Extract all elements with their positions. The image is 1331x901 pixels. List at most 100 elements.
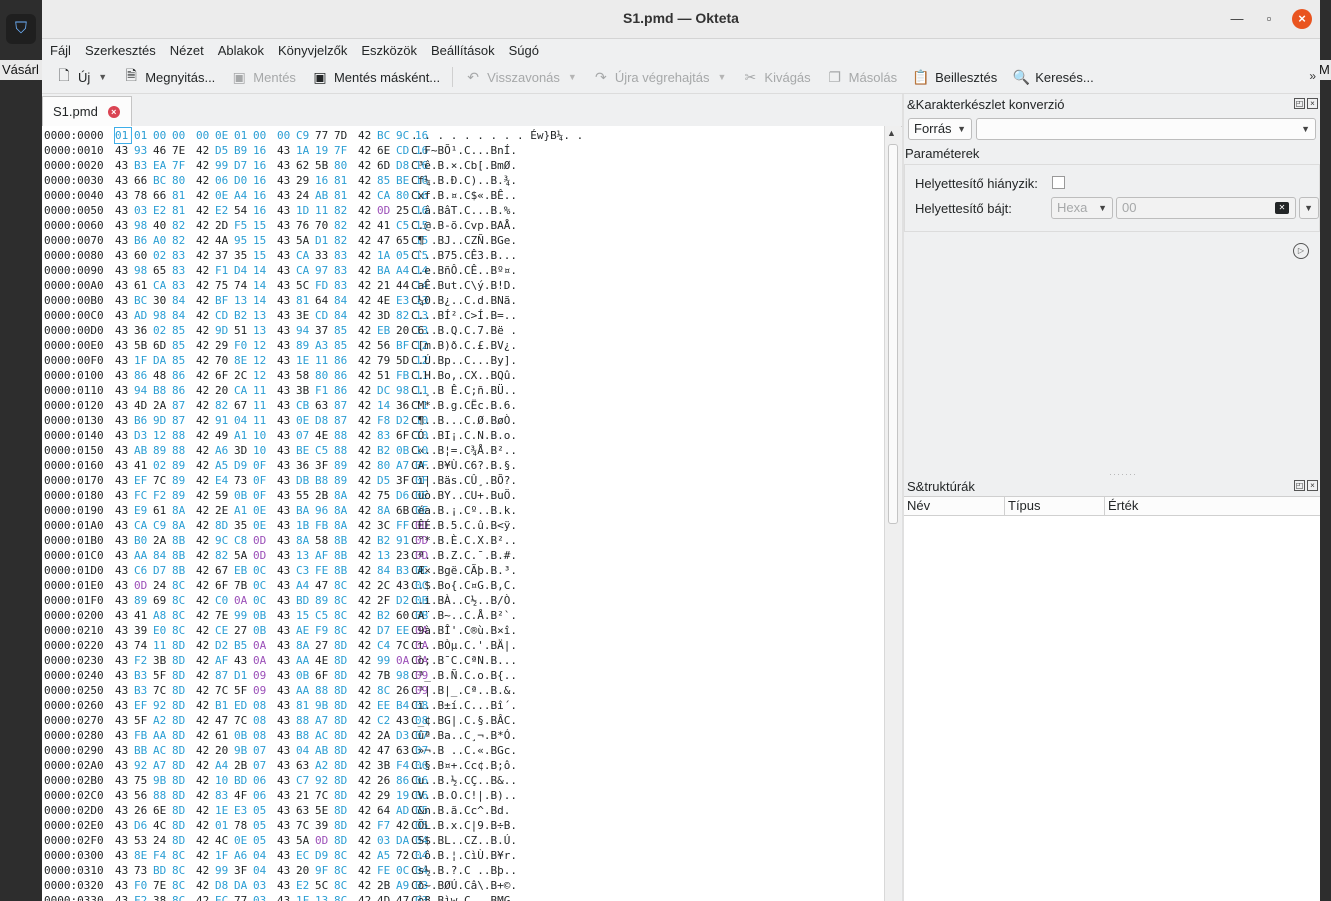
hex-byte[interactable]: AB [134,443,150,458]
menu-item[interactable]: Ablakok [218,43,264,58]
hex-byte[interactable]: 7C [315,788,331,803]
hex-byte[interactable]: F8 [377,413,393,428]
hex-byte[interactable]: 35 [234,518,250,533]
hex-byte[interactable]: 05 [253,818,269,833]
hex-byte[interactable]: 42 [358,158,374,173]
hex-byte[interactable]: 43 [277,413,293,428]
hex-byte[interactable]: 91 [215,413,231,428]
hex-byte[interactable]: 2B [234,758,250,773]
hex-byte[interactable]: 43 [277,758,293,773]
row-bytes[interactable]: 43 73 BD 8C 42 99 3F 04 43 20 9F 8C 42 FE 0C 04 [115,863,439,878]
hex-byte[interactable]: B3 [134,158,150,173]
hex-byte[interactable]: 67 [234,398,250,413]
hex-byte[interactable]: C4 [377,638,393,653]
hex-byte[interactable]: 0E [253,503,269,518]
hex-byte[interactable]: 29 [296,173,312,188]
hex-byte[interactable]: B3 [134,668,150,683]
row-ascii[interactable]: C&n.B.ã.Cc^.Bd­. [411,803,510,818]
hex-row[interactable]: 0000:0000 01 01 00 00 00 0E 01 00 00 C9 77 7D 42 BC 9C 1… [42,127,884,144]
hex-byte[interactable]: 43 [277,218,293,233]
hex-byte[interactable]: 83 [334,278,350,293]
hex-byte[interactable]: 43 [115,248,131,263]
hex-byte[interactable]: D9 [315,848,331,863]
hex-byte[interactable]: 84 [172,308,188,323]
hex-byte[interactable]: DA [234,878,250,893]
hex-byte[interactable]: 43 [277,668,293,683]
hex-byte[interactable]: 29 [377,788,393,803]
hex-byte[interactable]: 42 [358,368,374,383]
hex-byte[interactable]: 98 [153,308,169,323]
row-bytes[interactable]: 43 EF 7C 89 42 E4 73 0F 43 DB B8 89 42 D5 3F 0F [115,473,439,488]
vertical-scrollbar[interactable]: ▲ [884,126,901,901]
close-panel-icon[interactable]: × [1307,98,1318,109]
hex-byte[interactable]: 0D [377,203,393,218]
hex-byte[interactable]: 13 [296,548,312,563]
hex-byte[interactable]: 42 [196,548,212,563]
hex-byte[interactable]: 42 [196,563,212,578]
hex-row[interactable]: 0000:02F0 43 53 24 8D 42 4C 0E 05 43 5A 0D 8D 42 03 DA 0… [42,833,884,848]
hex-byte[interactable]: 8C [172,893,188,901]
hex-byte[interactable]: 11 [253,413,269,428]
hex-byte[interactable]: C3 [296,563,312,578]
hex-byte[interactable]: 0E [253,518,269,533]
hex-byte[interactable]: 8C [377,683,393,698]
hex-byte[interactable]: 43 [277,323,293,338]
hex-byte[interactable]: AF [215,653,231,668]
hex-byte[interactable]: D2 [396,413,412,428]
hex-byte[interactable]: D6 [396,488,412,503]
hex-byte[interactable]: 43 [277,533,293,548]
hex-byte[interactable]: 5F [234,683,250,698]
hex-byte[interactable]: AF [315,548,331,563]
hex-byte[interactable]: 6E [153,803,169,818]
hex-byte[interactable]: 1F [296,893,312,901]
hex-byte[interactable]: A5 [377,848,393,863]
hex-byte[interactable]: 43 [277,653,293,668]
row-ascii[interactable]: CM*.B.g.CËc.B.6. [411,398,517,413]
hex-byte[interactable]: 88 [334,443,350,458]
hex-byte[interactable]: 8C [172,848,188,863]
hex-byte[interactable]: 8D [172,698,188,713]
hex-byte[interactable]: 42 [358,593,374,608]
scroll-up-icon[interactable]: ▲ [887,128,896,138]
hex-byte[interactable]: 43 [277,443,293,458]
hex-byte[interactable]: 89 [315,593,331,608]
hex-byte[interactable]: 20 [215,743,231,758]
hex-byte[interactable]: 8C [334,878,350,893]
row-bytes[interactable]: 43 B0 2A 8B 42 9C C8 0D 43 8A 58 8B 42 B2 91 0D [115,533,439,548]
hex-byte[interactable]: 43 [115,158,131,173]
hex-byte[interactable]: 43 [277,203,293,218]
titlebar[interactable]: S1.pmd — Okteta — ▫ × [42,0,1320,39]
hex-byte[interactable]: 43 [277,173,293,188]
hex-byte[interactable]: 43 [277,698,293,713]
row-bytes[interactable]: 43 5F A2 8D 42 47 7C 08 43 88 A7 8D 42 C2 43 08 [115,713,439,728]
hex-byte[interactable]: 82 [334,233,350,248]
hex-byte[interactable]: B2 [234,308,250,323]
copy-button[interactable]: ❐ Másolás [819,64,905,90]
hex-byte[interactable]: 0F [253,473,269,488]
hex-byte[interactable]: D3 [134,428,150,443]
byte-value-input[interactable]: 00 ✕ [1116,197,1296,219]
float-panel-icon[interactable]: ◰ [1294,98,1305,109]
hex-byte[interactable]: 0F [253,458,269,473]
row-bytes[interactable]: 43 F0 7E 8C 42 D8 DA 03 43 E2 5C 8C 42 2B A9 03 [115,878,439,893]
hex-row[interactable]: 0000:0190 43 E9 61 8A 42 2E A1 0E 43 BA 96 8A 42 8A 6B 0… [42,503,884,518]
hex-byte[interactable]: 8D [172,773,188,788]
row-ascii[interactable]: Cï|.Bäs.CÛ¸.BÕ?. [411,473,517,488]
row-bytes[interactable]: 43 78 66 81 42 0E A4 16 43 24 AB 81 42 CA 80 16 [115,188,439,203]
hex-byte[interactable]: 87 [334,398,350,413]
hex-byte[interactable]: 8C [334,578,350,593]
hex-byte[interactable]: EC [215,893,231,901]
hex-byte[interactable]: 42 [358,488,374,503]
hex-byte[interactable]: 7F [172,158,188,173]
hex-byte[interactable]: B2 [377,443,393,458]
row-bytes[interactable]: 43 89 69 8C 42 C0 0A 0C 43 BD 89 8C 42 2F D2 0B [115,593,439,608]
hex-byte[interactable]: 6B [396,503,412,518]
hex-byte[interactable]: 09 [253,668,269,683]
hex-byte[interactable]: 80 [315,368,331,383]
row-bytes[interactable]: 43 B6 9D 87 42 91 04 11 43 0E D8 87 42 F8 D2 10 [115,413,439,428]
hex-byte[interactable]: DA [396,833,412,848]
hex-byte[interactable]: A4 [396,263,412,278]
hex-byte[interactable]: 8D [334,653,350,668]
hex-byte[interactable]: 43 [277,788,293,803]
hex-byte[interactable]: 60 [396,608,412,623]
